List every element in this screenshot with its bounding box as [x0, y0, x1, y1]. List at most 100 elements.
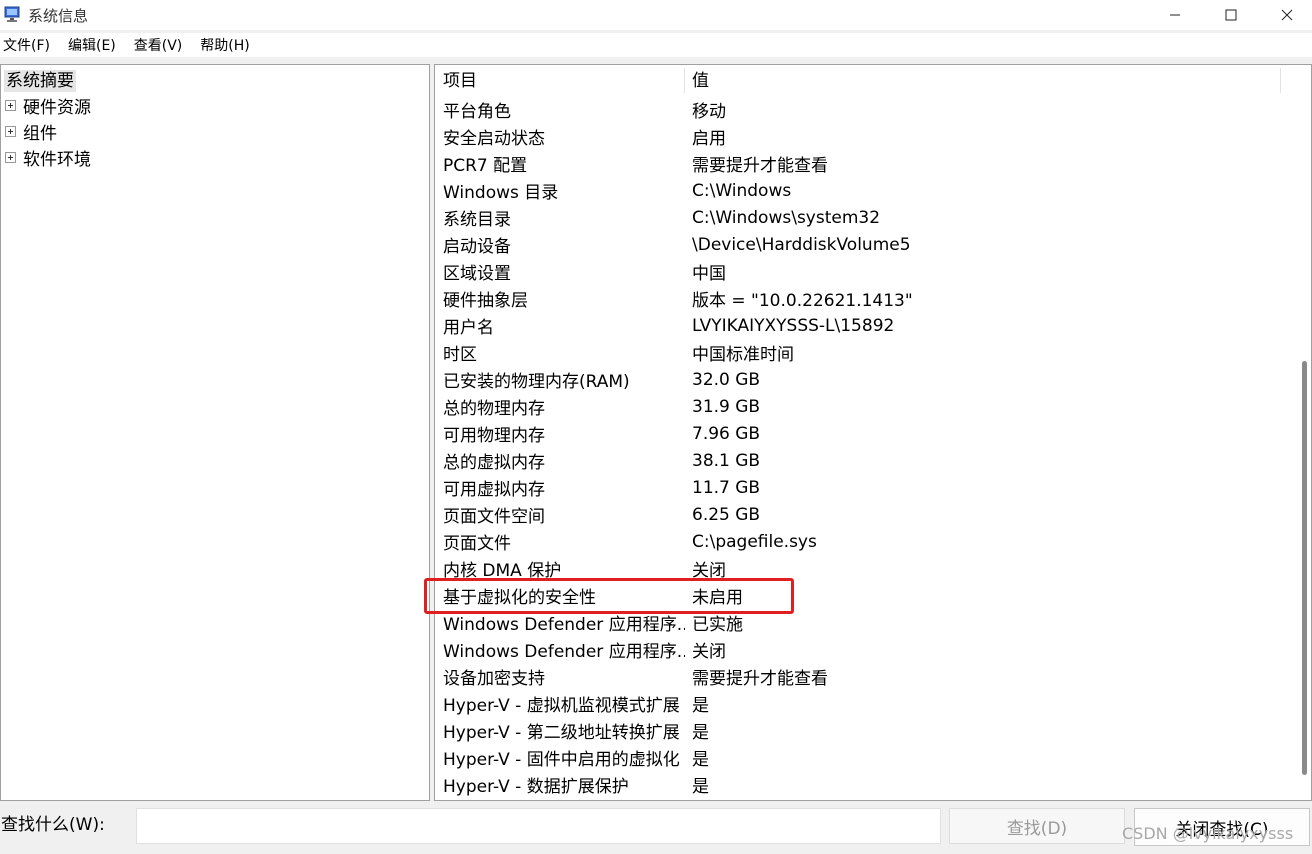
highlight-annotation: [424, 578, 794, 614]
expand-plus-icon[interactable]: [5, 125, 16, 137]
cell-value: 是: [692, 723, 709, 743]
menu-bar: 文件(F) 编辑(E) 查看(V) 帮助(H): [0, 33, 1312, 57]
cell-value: 关闭: [692, 642, 726, 662]
expand-plus-icon[interactable]: [5, 99, 16, 111]
details-list: 项目 值 平台角色 移动 安全启动状态 启用 PCR7 配置 需要提升才能查看 Window…: [434, 64, 1312, 801]
cell-item: 总的虚拟内存: [443, 453, 545, 473]
close-button[interactable]: [1259, 0, 1312, 30]
find-label: 查找什么(W):: [1, 815, 105, 835]
table-row[interactable]: 总的物理内存 31.9 GB: [435, 393, 1281, 420]
column-header-value[interactable]: 值: [685, 68, 1281, 93]
column-header-item[interactable]: 项目: [435, 68, 685, 93]
table-row[interactable]: 可用物理内存 7.96 GB: [435, 420, 1281, 447]
tree-item-components[interactable]: 组件: [5, 120, 57, 144]
table-row[interactable]: 用户名 LVYIKAIYXYSSS-L\15892: [435, 312, 1281, 339]
table-row[interactable]: 页面文件空间 6.25 GB: [435, 501, 1281, 528]
cell-value: 是: [692, 696, 709, 716]
cell-item: 页面文件: [443, 534, 511, 554]
cell-value: 38.1 GB: [692, 450, 761, 471]
list-header: 项目 值: [435, 68, 1281, 94]
table-row[interactable]: PCR7 配置 需要提升才能查看: [435, 150, 1281, 177]
table-row[interactable]: 启动设备 \Device\HarddiskVolume5: [435, 231, 1281, 258]
menu-edit[interactable]: 编辑(E): [65, 35, 125, 55]
cell-value: LVYIKAIYXYSSS-L\15892: [692, 315, 895, 336]
list-rows: 平台角色 移动 安全启动状态 启用 PCR7 配置 需要提升才能查看 Windows 目录 C…: [435, 96, 1281, 798]
cell-item: 用户名: [443, 318, 494, 338]
menu-file[interactable]: 文件(F): [0, 35, 59, 55]
cell-item: Windows Defender 应用程序...: [443, 642, 685, 662]
table-row[interactable]: 已安装的物理内存(RAM) 32.0 GB: [435, 366, 1281, 393]
cell-item: 可用物理内存: [443, 426, 545, 446]
cell-item: 时区: [443, 345, 477, 365]
menu-help[interactable]: 帮助(H): [197, 35, 258, 55]
cell-value: 7.96 GB: [692, 423, 761, 444]
tree-item-hardware-resources[interactable]: 硬件资源: [5, 94, 91, 118]
tree-item-label: 组件: [23, 123, 57, 144]
tree-item-label: 软件环境: [23, 149, 91, 170]
cell-item: 区域设置: [443, 264, 511, 284]
cell-item: 页面文件空间: [443, 507, 545, 527]
cell-item: PCR7 配置: [443, 156, 528, 176]
cell-item: 硬件抽象层: [443, 291, 528, 311]
cell-item: 可用虚拟内存: [443, 480, 545, 500]
system-information-app-icon: [4, 6, 20, 22]
vertical-scrollbar[interactable]: [1298, 65, 1311, 800]
table-row[interactable]: 平台角色 移动: [435, 96, 1281, 123]
cell-item: 总的物理内存: [443, 399, 545, 419]
cell-value: 版本 = "10.0.22621.1413": [692, 291, 913, 311]
table-row[interactable]: Windows Defender 应用程序... 关闭: [435, 636, 1281, 663]
table-row[interactable]: Hyper-V - 第二级地址转换扩展是: [435, 717, 1281, 744]
table-row[interactable]: Hyper-V - 固件中启用的虚拟化是: [435, 744, 1281, 771]
cell-value: 需要提升才能查看: [692, 156, 828, 176]
table-row[interactable]: Hyper-V - 数据扩展保护 是: [435, 771, 1281, 798]
cell-value: 启用: [692, 129, 726, 149]
maximize-icon: [1225, 9, 1237, 21]
cell-item: 安全启动状态: [443, 129, 545, 149]
table-row[interactable]: Windows 目录 C:\Windows: [435, 177, 1281, 204]
cell-value: 是: [692, 750, 709, 770]
maximize-button[interactable]: [1203, 0, 1259, 30]
cell-value: 是: [692, 777, 709, 797]
cell-value: 31.9 GB: [692, 396, 761, 417]
table-row[interactable]: 硬件抽象层 版本 = "10.0.22621.1413": [435, 285, 1281, 312]
table-row[interactable]: 时区 中国标准时间: [435, 339, 1281, 366]
window-title: 系统信息: [28, 7, 89, 25]
cell-item: 启动设备: [443, 237, 511, 257]
cell-value: 移动: [692, 102, 726, 122]
tree-item-label: 硬件资源: [23, 97, 91, 118]
table-row[interactable]: 设备加密支持 需要提升才能查看: [435, 663, 1281, 690]
table-row[interactable]: 系统目录 C:\Windows\system32: [435, 204, 1281, 231]
cell-value: 需要提升才能查看: [692, 669, 828, 689]
find-input[interactable]: [136, 808, 941, 844]
table-row[interactable]: 总的虚拟内存 38.1 GB: [435, 447, 1281, 474]
minimize-button[interactable]: [1147, 0, 1203, 30]
menu-view[interactable]: 查看(V): [131, 35, 192, 55]
cell-item: 平台角色: [443, 102, 511, 122]
cell-item: Windows 目录: [443, 183, 559, 203]
table-row[interactable]: Hyper-V - 虚拟机监视模式扩展是: [435, 690, 1281, 717]
table-row[interactable]: 安全启动状态 启用: [435, 123, 1281, 150]
title-bar: 系统信息: [0, 0, 1312, 30]
close-icon: [1281, 9, 1293, 21]
cell-value: C:\Windows: [692, 180, 792, 201]
cell-item: Hyper-V - 虚拟机监视模式扩展: [443, 696, 680, 716]
cell-value: \Device\HarddiskVolume5: [692, 234, 911, 255]
scrollbar-thumb[interactable]: [1302, 361, 1307, 775]
cell-item: Hyper-V - 数据扩展保护: [443, 777, 629, 797]
find-button[interactable]: 查找(D): [949, 808, 1125, 844]
cell-item: 系统目录: [443, 210, 511, 230]
tree-item-system-summary[interactable]: 系统摘要: [4, 70, 76, 92]
navigation-tree: 系统摘要 硬件资源 组件 软件环境: [0, 64, 430, 801]
find-bar: 查找什么(W): 查找(D) 关闭查找(C): [0, 804, 1312, 854]
cell-item: 已安装的物理内存(RAM): [443, 372, 630, 392]
table-row[interactable]: 可用虚拟内存 11.7 GB: [435, 474, 1281, 501]
cell-item: 设备加密支持: [443, 669, 545, 689]
tree-item-software-environment[interactable]: 软件环境: [5, 146, 91, 170]
expand-plus-icon[interactable]: [5, 151, 16, 163]
table-row[interactable]: 区域设置 中国: [435, 258, 1281, 285]
watermark: CSDN @lvyikaiyxysss: [1122, 824, 1294, 843]
cell-value: 6.25 GB: [692, 504, 761, 525]
cell-item: Hyper-V - 固件中启用的虚拟化: [443, 750, 680, 770]
cell-item: Hyper-V - 第二级地址转换扩展: [443, 723, 680, 743]
table-row[interactable]: 页面文件 C:\pagefile.sys: [435, 528, 1281, 555]
